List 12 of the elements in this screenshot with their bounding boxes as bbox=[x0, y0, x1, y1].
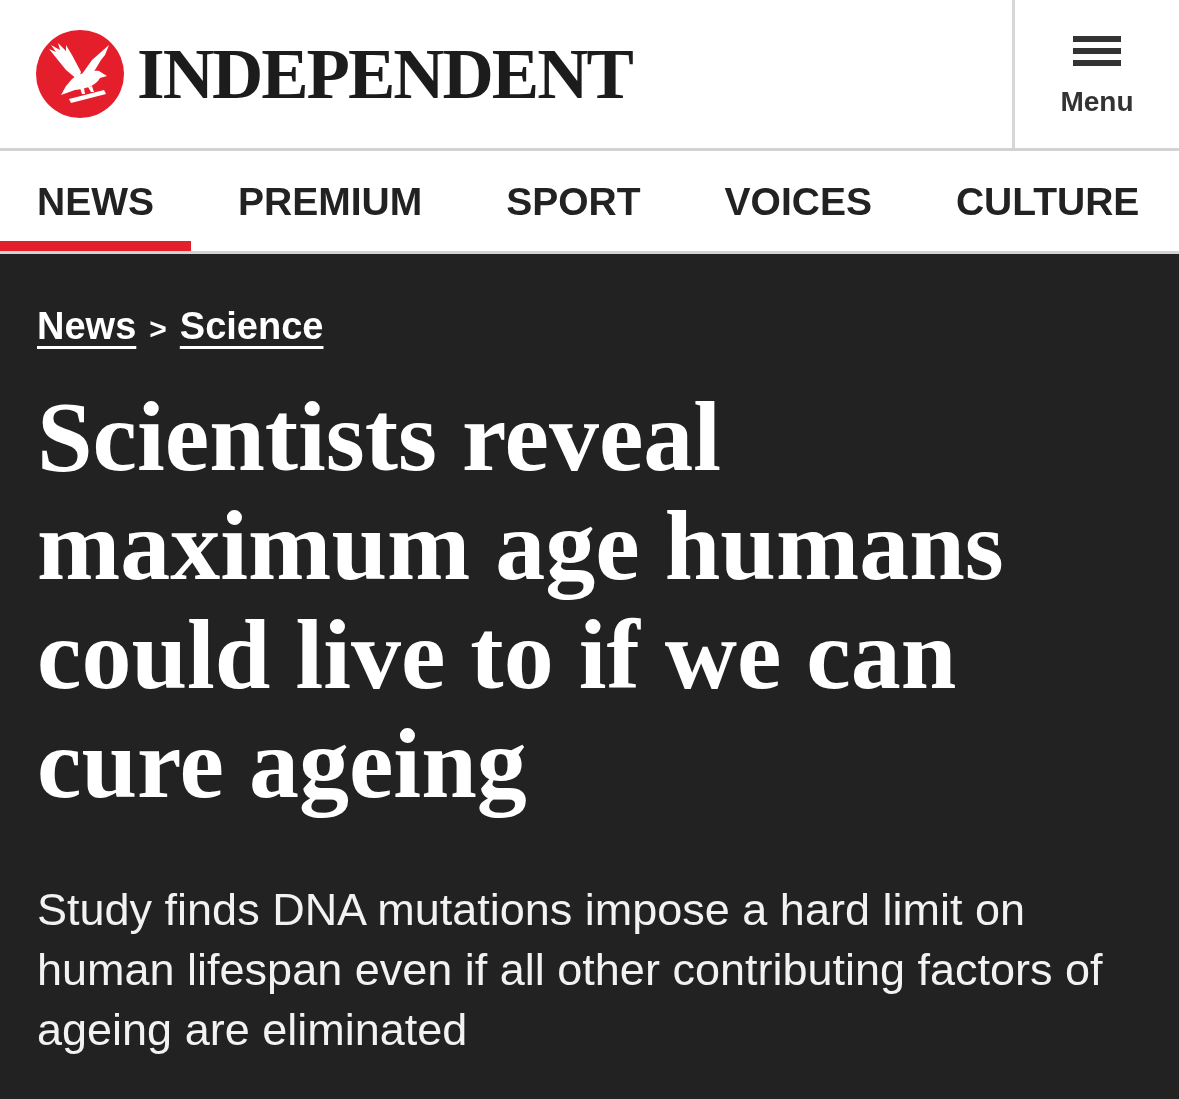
breadcrumb-separator: > bbox=[149, 312, 167, 346]
nav-tab[interactable]: VOICES bbox=[687, 151, 909, 251]
article-headline: Scientists reveal maximum age humans could live to if we can cure ageing bbox=[37, 382, 1005, 818]
nav-tab[interactable]: SPORT bbox=[469, 151, 678, 251]
menu-icon bbox=[1073, 36, 1121, 66]
site-logo[interactable]: INDEPENDENT bbox=[137, 33, 632, 115]
nav-tab[interactable]: CULTURE bbox=[918, 151, 1177, 251]
breadcrumb-link[interactable]: Science bbox=[179, 305, 324, 348]
eagle-icon[interactable] bbox=[36, 30, 124, 118]
article-standfirst: Study finds DNA mutations impose a hard limit on human lifespan even if all other contributing factors of ageing are eliminated bbox=[37, 883, 1104, 1057]
breadcrumb-link[interactable]: News bbox=[37, 305, 137, 348]
nav-tab[interactable]: PREMIUM bbox=[201, 151, 460, 251]
